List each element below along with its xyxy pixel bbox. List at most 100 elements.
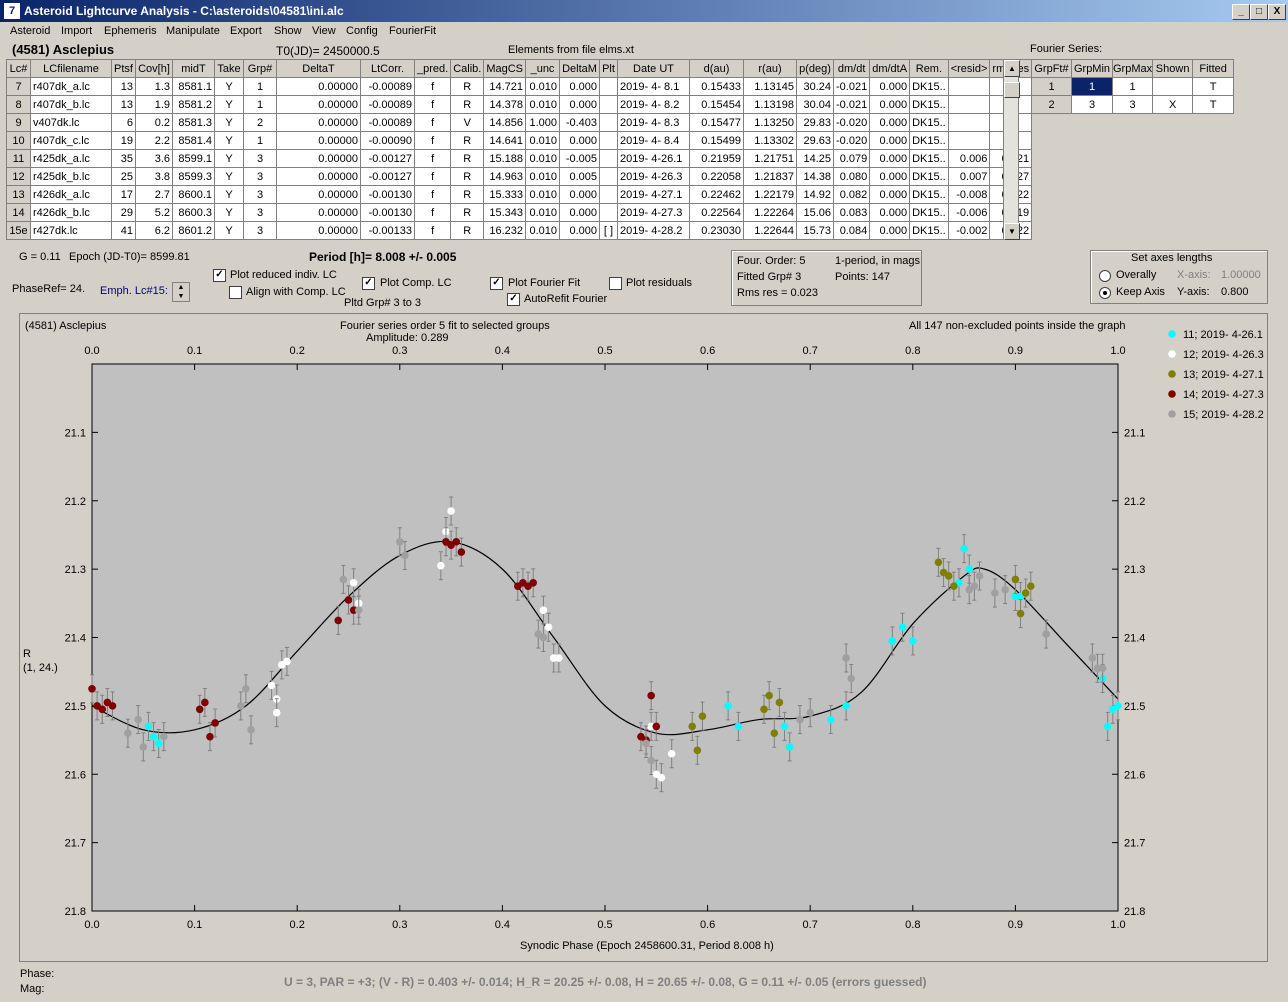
table-cell[interactable]: R bbox=[450, 149, 485, 168]
table-cell[interactable]: 15.06 bbox=[796, 203, 835, 222]
fourier-cell[interactable]: T bbox=[1192, 77, 1235, 96]
table-cell[interactable] bbox=[599, 95, 619, 114]
table-cell[interactable]: 0.15454 bbox=[689, 95, 745, 114]
table-cell[interactable]: 0.15433 bbox=[689, 77, 745, 96]
table-cell[interactable]: r425dk_b.lc bbox=[30, 167, 112, 186]
table-cell[interactable]: DK15.. bbox=[909, 203, 949, 222]
table-cell[interactable]: -0.00089 bbox=[360, 77, 415, 96]
table-cell[interactable]: 25 bbox=[111, 167, 136, 186]
column-header[interactable]: MagCS bbox=[483, 59, 527, 78]
fourier-cell[interactable]: 1 bbox=[1111, 77, 1154, 96]
column-header[interactable]: p(deg) bbox=[796, 59, 835, 78]
menu-view[interactable]: View bbox=[312, 25, 336, 37]
table-cell[interactable]: 0.000 bbox=[869, 221, 911, 240]
table-cell[interactable]: 8581.3 bbox=[172, 113, 215, 132]
table-cell[interactable]: f bbox=[413, 95, 452, 114]
table-cell[interactable]: 1.9 bbox=[135, 95, 173, 114]
table-scrollbar[interactable]: ▲ ▼ bbox=[1003, 59, 1020, 240]
table-row[interactable]: 12 r425dk_b.lc 25 3.8 8599.3 Y 3 0.00000 -0.0012… bbox=[6, 167, 1033, 186]
plot-reduced-checkbox[interactable]: ✓ bbox=[213, 269, 226, 282]
table-cell[interactable]: -0.021 bbox=[833, 95, 871, 114]
table-cell[interactable] bbox=[947, 77, 991, 96]
table-cell[interactable]: 2019- 4-26.1 bbox=[617, 149, 691, 168]
table-cell[interactable]: 15.188 bbox=[483, 149, 527, 168]
table-row[interactable]: 15e r427dk.lc 41 6.2 8601.2 Y 3 0.00000 -0.00133… bbox=[6, 221, 1033, 240]
table-cell[interactable]: 14.25 bbox=[796, 149, 835, 168]
column-header[interactable]: Plt bbox=[599, 59, 619, 78]
table-cell[interactable]: 11 bbox=[6, 149, 31, 168]
table-cell[interactable]: 0.082 bbox=[833, 185, 871, 204]
table-cell[interactable] bbox=[947, 95, 991, 114]
table-cell[interactable]: 0.000 bbox=[559, 203, 601, 222]
table-cell[interactable]: 8599.3 bbox=[172, 167, 215, 186]
y-axis-value[interactable]: 0.800 bbox=[1221, 286, 1249, 298]
column-header[interactable]: Ptsf bbox=[111, 59, 136, 78]
column-header[interactable]: Date UT bbox=[617, 59, 691, 78]
table-cell[interactable]: 15.333 bbox=[483, 185, 527, 204]
table-cell[interactable]: 0.000 bbox=[559, 77, 601, 96]
table-cell[interactable]: DK15.. bbox=[909, 221, 949, 240]
table-cell[interactable] bbox=[599, 149, 619, 168]
table-cell[interactable]: f bbox=[413, 149, 452, 168]
table-cell[interactable]: 2019- 4- 8.3 bbox=[617, 113, 691, 132]
align-checkbox[interactable] bbox=[229, 286, 242, 299]
lightcurve-plot[interactable]: (4581) Asclepius Fourier series order 5 … bbox=[19, 313, 1268, 962]
table-cell[interactable]: 0.010 bbox=[525, 131, 561, 150]
table-cell[interactable]: 30.04 bbox=[796, 95, 835, 114]
table-cell[interactable]: 0.23030 bbox=[689, 221, 745, 240]
column-header[interactable]: Rem. bbox=[909, 59, 949, 78]
table-cell[interactable]: 0.007 bbox=[947, 167, 991, 186]
table-cell[interactable]: R bbox=[450, 77, 485, 96]
table-cell[interactable]: 1.21751 bbox=[743, 149, 798, 168]
table-cell[interactable]: 3.6 bbox=[135, 149, 173, 168]
fourier-cell[interactable]: 3 bbox=[1071, 95, 1113, 114]
table-cell[interactable]: 0.083 bbox=[833, 203, 871, 222]
table-cell[interactable]: R bbox=[450, 221, 485, 240]
table-cell[interactable]: 29.63 bbox=[796, 131, 835, 150]
table-cell[interactable]: 0.000 bbox=[559, 221, 601, 240]
table-cell[interactable]: Y bbox=[214, 203, 244, 222]
table-cell[interactable]: 0.000 bbox=[559, 131, 601, 150]
scroll-down-button[interactable]: ▼ bbox=[1004, 223, 1020, 240]
fourier-cell[interactable]: 1 bbox=[1031, 77, 1072, 96]
table-cell[interactable]: 2.7 bbox=[135, 185, 173, 204]
column-header[interactable]: midT bbox=[172, 59, 215, 78]
table-cell[interactable]: 3 bbox=[243, 185, 277, 204]
table-cell[interactable]: 14.856 bbox=[483, 113, 527, 132]
table-cell[interactable]: 10 bbox=[6, 131, 31, 150]
menu-show[interactable]: Show bbox=[274, 25, 302, 37]
table-cell[interactable]: 14.721 bbox=[483, 77, 527, 96]
fourier-column-header[interactable]: Shown bbox=[1152, 59, 1194, 78]
column-header[interactable]: Lc# bbox=[6, 59, 31, 78]
table-cell[interactable]: R bbox=[450, 167, 485, 186]
table-cell[interactable]: 8581.1 bbox=[172, 77, 215, 96]
table-cell[interactable]: 0.079 bbox=[833, 149, 871, 168]
column-header[interactable]: Grp# bbox=[243, 59, 277, 78]
table-cell[interactable]: 6 bbox=[111, 113, 136, 132]
table-cell[interactable]: -0.00130 bbox=[360, 185, 415, 204]
table-cell[interactable]: 0.00000 bbox=[276, 203, 361, 222]
table-cell[interactable]: 14.92 bbox=[796, 185, 835, 204]
table-cell[interactable]: 0.010 bbox=[525, 95, 561, 114]
x-axis-value[interactable]: 1.00000 bbox=[1221, 269, 1261, 281]
table-cell[interactable]: 2019- 4- 8.1 bbox=[617, 77, 691, 96]
table-cell[interactable]: DK15.. bbox=[909, 77, 949, 96]
table-cell[interactable]: 0.22564 bbox=[689, 203, 745, 222]
table-row[interactable]: 7 r407dk_a.lc 13 1.3 8581.1 Y 1 0.00000 -0.00089… bbox=[6, 77, 1033, 96]
table-cell[interactable]: 8600.3 bbox=[172, 203, 215, 222]
table-cell[interactable]: -0.020 bbox=[833, 131, 871, 150]
table-cell[interactable]: -0.021 bbox=[833, 77, 871, 96]
table-cell[interactable]: Y bbox=[214, 95, 244, 114]
table-cell[interactable]: 0.000 bbox=[559, 95, 601, 114]
plot-residuals-checkbox[interactable] bbox=[609, 277, 622, 290]
table-cell[interactable]: 19 bbox=[111, 131, 136, 150]
table-cell[interactable]: 0.15477 bbox=[689, 113, 745, 132]
table-cell[interactable]: 29.83 bbox=[796, 113, 835, 132]
menu-asteroid[interactable]: Asteroid bbox=[10, 25, 50, 37]
column-header[interactable]: _unc bbox=[525, 59, 561, 78]
table-cell[interactable]: f bbox=[413, 203, 452, 222]
table-cell[interactable]: -0.006 bbox=[947, 203, 991, 222]
fourier-cell[interactable] bbox=[1152, 77, 1194, 96]
column-header[interactable]: d(au) bbox=[689, 59, 745, 78]
table-cell[interactable]: 30.24 bbox=[796, 77, 835, 96]
